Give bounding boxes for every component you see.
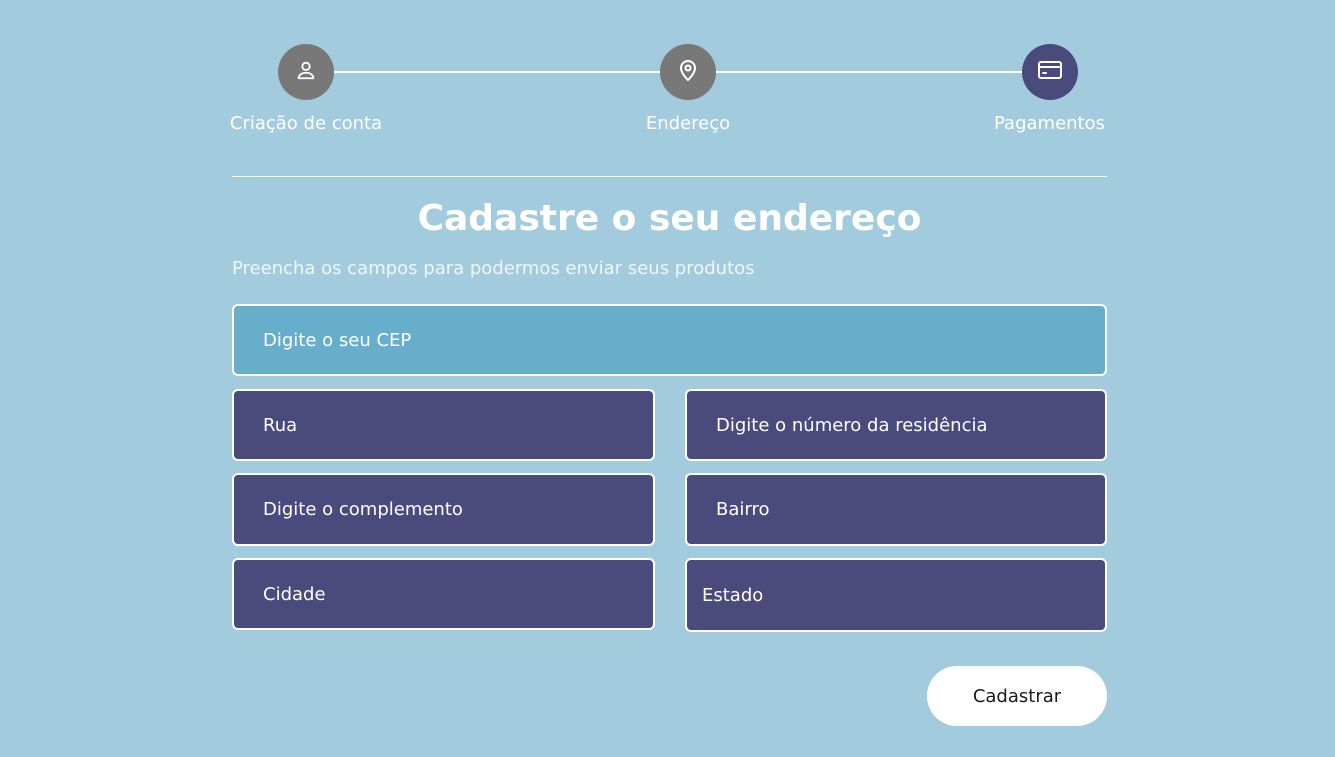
map-pin-icon	[676, 58, 700, 86]
state-select[interactable]: Estado	[685, 558, 1107, 632]
cep-input[interactable]	[232, 304, 1107, 376]
step-circle-address	[660, 44, 716, 100]
submit-button[interactable]: Cadastrar	[927, 666, 1107, 726]
step-label-payments: Pagamentos	[994, 113, 1105, 134]
house-number-input[interactable]	[685, 389, 1107, 461]
section-divider	[232, 176, 1107, 177]
neighborhood-input[interactable]	[685, 473, 1107, 546]
step-payments: Pagamentos	[992, 44, 1107, 134]
step-label-address: Endereço	[645, 113, 731, 134]
step-circle-account	[278, 44, 334, 100]
page-title: Cadastre o seu endereço	[417, 198, 922, 239]
state-select-value: Estado	[702, 584, 764, 606]
step-circle-payments	[1021, 44, 1078, 100]
step-address: Endereço	[643, 44, 733, 134]
city-input[interactable]	[232, 558, 655, 630]
step-account-creation: Criação de conta	[229, 44, 383, 134]
progress-stepper: Criação de conta Endereço Pagamentos	[229, 44, 1107, 140]
form-subtitle: Preencha os campos para podermos enviar …	[232, 258, 755, 279]
step-label-account: Criação de conta	[229, 113, 383, 134]
complement-input[interactable]	[232, 473, 655, 546]
user-icon	[295, 59, 317, 85]
credit-card-icon	[1037, 59, 1063, 85]
street-input[interactable]	[232, 389, 655, 461]
